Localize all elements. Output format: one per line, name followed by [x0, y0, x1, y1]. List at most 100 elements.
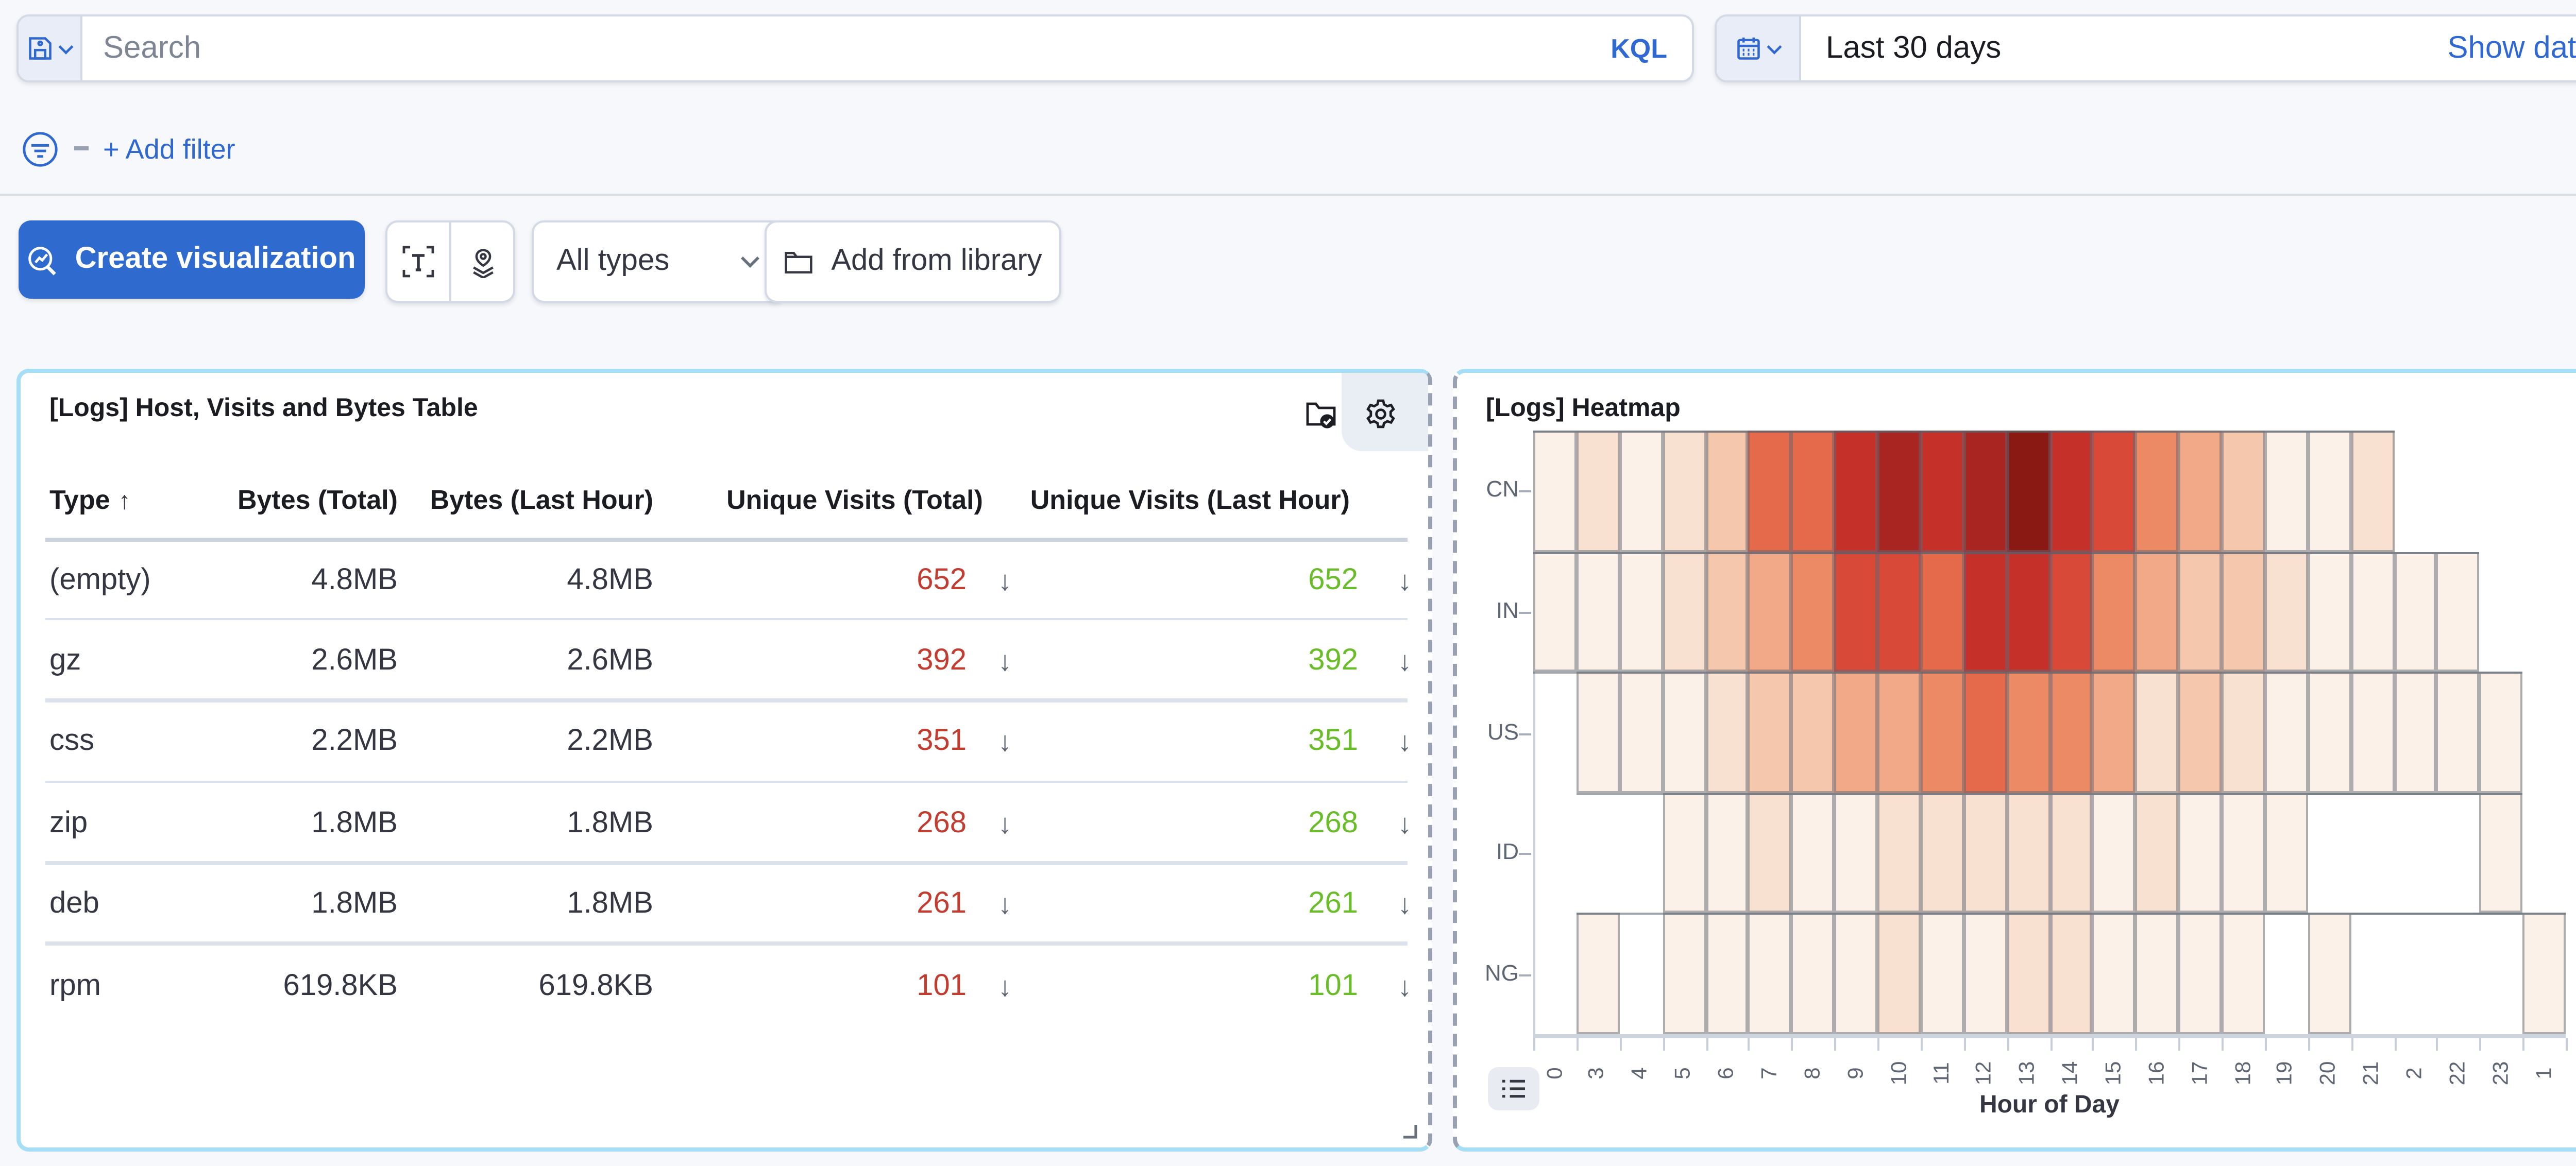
heatmap-cell[interactable]	[1749, 672, 1792, 793]
heatmap-cell[interactable]	[2265, 793, 2308, 913]
filter-out-arrow-icon[interactable]: ↓	[1398, 971, 1412, 1002]
heatmap-cell[interactable]	[2351, 431, 2394, 551]
filter-out-arrow-icon[interactable]: ↓	[998, 727, 1012, 758]
heatmap-cell[interactable]	[2007, 672, 2050, 793]
save-to-library-icon[interactable]	[1304, 398, 1337, 431]
heatmap-cell[interactable]	[1791, 672, 1835, 793]
heatmap-cell[interactable]	[2480, 672, 2523, 793]
heatmap-cell[interactable]	[2093, 672, 2136, 793]
heatmap-cell[interactable]	[2093, 551, 2136, 672]
filter-out-arrow-icon[interactable]: ↓	[998, 565, 1012, 596]
heatmap-cell[interactable]	[2049, 793, 2093, 913]
heatmap-cell[interactable]	[1921, 914, 1964, 1034]
heatmap-cell[interactable]	[2179, 672, 2222, 793]
column-header-type[interactable]: Type↑	[49, 484, 131, 515]
column-header-bytes_total[interactable]: Bytes (Total)	[238, 484, 398, 515]
heatmap-cell[interactable]	[2093, 914, 2136, 1034]
heatmap-cell[interactable]	[2222, 551, 2265, 672]
column-header-visits_last_hour[interactable]: Unique Visits (Last Hour)	[1030, 484, 1350, 515]
kql-button[interactable]: KQL	[1611, 33, 1692, 64]
heatmap-cell[interactable]	[2265, 551, 2308, 672]
heatmap-cell[interactable]	[1705, 431, 1749, 551]
heatmap-cell[interactable]	[1663, 551, 1706, 672]
filter-out-arrow-icon[interactable]: ↓	[1398, 889, 1412, 920]
heatmap-cell[interactable]	[2007, 914, 2050, 1034]
heatmap-cell[interactable]	[1877, 551, 1921, 672]
heatmap-cell[interactable]	[1577, 914, 1620, 1034]
create-visualization-button[interactable]: Create visualization	[19, 220, 365, 299]
heatmap-cell[interactable]	[2179, 914, 2222, 1034]
heatmap-cell[interactable]	[1791, 431, 1835, 551]
heatmap-cell[interactable]	[2007, 551, 2050, 672]
heatmap-cell[interactable]	[1835, 914, 1878, 1034]
saved-query-menu-button[interactable]	[19, 16, 82, 80]
heatmap-cell[interactable]	[1791, 914, 1835, 1034]
heatmap-cell[interactable]	[1921, 431, 1964, 551]
panel-resize-handle[interactable]	[1397, 1119, 1418, 1139]
heatmap-cell[interactable]	[2308, 551, 2351, 672]
column-header-bytes_last_hour[interactable]: Bytes (Last Hour)	[430, 484, 653, 515]
heatmap-cell[interactable]	[1619, 672, 1663, 793]
heatmap-cell[interactable]	[2007, 431, 2050, 551]
heatmap-cell[interactable]	[1791, 551, 1835, 672]
legend-toggle-button[interactable]	[1488, 1067, 1539, 1110]
search-input[interactable]	[82, 16, 1611, 80]
heatmap-cell[interactable]	[1663, 431, 1706, 551]
heatmap-cell[interactable]	[1663, 914, 1706, 1034]
heatmap-cell[interactable]	[2136, 793, 2179, 913]
heatmap-cell[interactable]	[1749, 793, 1792, 913]
add-from-library-button[interactable]: Add from library	[765, 220, 1061, 303]
heatmap-cell[interactable]	[2049, 672, 2093, 793]
heatmap-cell[interactable]	[2179, 551, 2222, 672]
heatmap-cell[interactable]	[1877, 793, 1921, 913]
heatmap-cell[interactable]	[1963, 431, 2007, 551]
filter-out-arrow-icon[interactable]: ↓	[998, 889, 1012, 920]
heatmap-cell[interactable]	[1619, 551, 1663, 672]
heatmap-cell[interactable]	[2222, 914, 2265, 1034]
heatmap-cell[interactable]	[2308, 914, 2351, 1034]
filter-out-arrow-icon[interactable]: ↓	[1398, 809, 1412, 839]
heatmap-cell[interactable]	[1749, 431, 1792, 551]
heatmap-cell[interactable]	[1533, 551, 1577, 672]
heatmap-cell[interactable]	[1963, 793, 2007, 913]
heatmap-cell[interactable]	[2049, 914, 2093, 1034]
heatmap-cell[interactable]	[1577, 551, 1620, 672]
heatmap-cell[interactable]	[1749, 551, 1792, 672]
heatmap-cell[interactable]	[1963, 672, 2007, 793]
heatmap-cell[interactable]	[2437, 551, 2480, 672]
heatmap-cell[interactable]	[2136, 672, 2179, 793]
date-quick-select-button[interactable]	[1717, 16, 1801, 80]
heatmap-cell[interactable]	[2222, 793, 2265, 913]
heatmap-cell[interactable]	[2351, 672, 2394, 793]
heatmap-cell[interactable]	[1835, 431, 1878, 551]
heatmap-cell[interactable]	[1705, 672, 1749, 793]
heatmap-cell[interactable]	[2480, 793, 2523, 913]
heatmap-cell[interactable]	[2308, 431, 2351, 551]
heatmap-cell[interactable]	[1663, 672, 1706, 793]
filter-out-arrow-icon[interactable]: ↓	[998, 646, 1012, 677]
add-text-button[interactable]	[387, 222, 451, 301]
heatmap-cell[interactable]	[2136, 551, 2179, 672]
heatmap-cell[interactable]	[1877, 672, 1921, 793]
heatmap-cell[interactable]	[1577, 672, 1620, 793]
heatmap-cell[interactable]	[1749, 914, 1792, 1034]
heatmap-cell[interactable]	[1619, 431, 1663, 551]
heatmap-cell[interactable]	[2093, 793, 2136, 913]
heatmap-cell[interactable]	[2265, 672, 2308, 793]
heatmap-cell[interactable]	[2093, 431, 2136, 551]
heatmap-cell[interactable]	[1877, 431, 1921, 551]
heatmap-cell[interactable]	[2437, 672, 2480, 793]
show-dates-button[interactable]: Show dates	[2447, 31, 2576, 66]
filter-icon[interactable]	[21, 129, 60, 168]
heatmap-cell[interactable]	[2523, 914, 2566, 1034]
heatmap-cell[interactable]	[1963, 551, 2007, 672]
time-range-value[interactable]: Last 30 days	[1826, 31, 2001, 66]
heatmap-cell[interactable]	[2308, 672, 2351, 793]
heatmap-cell[interactable]	[1705, 793, 1749, 913]
heatmap-cell[interactable]	[2351, 551, 2394, 672]
heatmap-cell[interactable]	[2394, 672, 2437, 793]
heatmap-cell[interactable]	[1533, 431, 1577, 551]
heatmap-cell[interactable]	[1921, 793, 1964, 913]
filter-out-arrow-icon[interactable]: ↓	[998, 809, 1012, 839]
column-header-visits_total[interactable]: Unique Visits (Total)	[726, 484, 983, 515]
